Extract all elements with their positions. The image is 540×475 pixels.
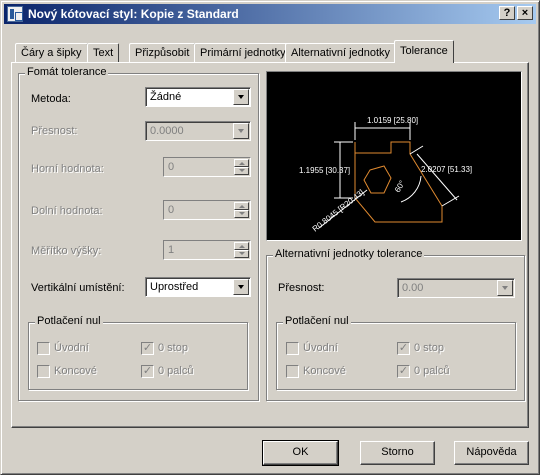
zero-suppression-label-left: Potlačení nul	[35, 315, 103, 327]
height-scale-stepper[interactable]: 1	[163, 240, 251, 260]
trailing-checkbox-right[interactable]	[286, 365, 299, 378]
leading-checkbox-left[interactable]	[37, 342, 50, 355]
method-value: Žádné	[150, 91, 182, 103]
dim-angle-text: 60°	[393, 179, 407, 194]
zero-inches-checkbox-left[interactable]: ✓	[141, 365, 154, 378]
tab-tolerance[interactable]: Tolerance	[394, 40, 454, 63]
dim-top-text: 1.0159 [25.80]	[367, 116, 418, 125]
zero-feet-checkbox-left[interactable]: ✓	[141, 342, 154, 355]
chevron-down-icon[interactable]	[497, 280, 513, 296]
decrement-arrow-icon[interactable]	[234, 167, 249, 175]
alt-precision-label: Přesnost:	[278, 282, 325, 294]
dimension-preview: 1.0159 [25.80] 1.1955 [30.37] 2.0207 [51…	[266, 71, 522, 241]
chevron-down-icon[interactable]	[233, 89, 249, 105]
precision-value: 0.0000	[150, 125, 184, 137]
dim-right-text: 2.0207 [51.33]	[421, 165, 472, 174]
lower-value-stepper[interactable]: 0	[163, 200, 251, 220]
vertical-position-value: Uprostřed	[150, 281, 199, 293]
zero-inches-label-right: 0 palců	[414, 365, 450, 377]
help-button[interactable]: Nápověda	[454, 441, 529, 465]
zero-suppression-label-right: Potlačení nul	[283, 315, 351, 327]
cancel-button[interactable]: Storno	[360, 441, 435, 465]
zero-inches-checkbox-right[interactable]: ✓	[397, 365, 410, 378]
lower-value: 0	[168, 204, 175, 216]
precision-select[interactable]: 0.0000	[145, 121, 251, 141]
zero-suppression-group-right: Potlačení nul	[276, 315, 516, 390]
height-scale-value: 1	[168, 244, 175, 256]
trailing-label-left: Koncové	[54, 365, 97, 377]
height-scale-label: Měřítko výšky:	[31, 245, 102, 257]
help-title-button[interactable]: ?	[499, 6, 515, 20]
upper-value: 0	[168, 161, 175, 173]
tab-lines-arrows[interactable]: Čáry a šipky	[15, 43, 88, 62]
leading-label-left: Úvodní	[54, 342, 89, 354]
method-label: Metoda:	[31, 93, 71, 105]
vertical-position-select[interactable]: Uprostřed	[145, 277, 251, 297]
upper-value-label: Horní hodnota:	[31, 163, 104, 175]
window-title: Nový kótovací styl: Kopie z Standard	[28, 7, 239, 21]
vertical-position-label: Vertikální umístění:	[31, 282, 125, 294]
dim-left-text: 1.1955 [30.37]	[299, 166, 350, 175]
zero-feet-checkbox-right[interactable]: ✓	[397, 342, 410, 355]
alt-precision-select[interactable]: 0.00	[397, 278, 515, 298]
leading-checkbox-right[interactable]	[286, 342, 299, 355]
chevron-down-icon[interactable]	[233, 123, 249, 139]
tab-fit[interactable]: Přizpůsobit	[129, 43, 196, 62]
trailing-label-right: Koncové	[303, 365, 346, 377]
increment-arrow-icon[interactable]	[234, 202, 249, 210]
tab-primary-units[interactable]: Primární jednotky	[194, 43, 292, 62]
chevron-down-icon[interactable]	[233, 279, 249, 295]
trailing-checkbox-left[interactable]	[37, 365, 50, 378]
title-bar[interactable]: Nový kótovací styl: Kopie z Standard ? ×	[4, 4, 536, 24]
ok-button[interactable]: OK	[262, 440, 339, 466]
lower-value-label: Dolní hodnota:	[31, 205, 103, 217]
dialog-window: Nový kótovací styl: Kopie z Standard ? ×…	[0, 0, 540, 475]
alternate-tolerance-label: Alternativní jednotky tolerance	[273, 248, 425, 260]
increment-arrow-icon[interactable]	[234, 242, 249, 250]
preview-drawing: 1.0159 [25.80] 1.1955 [30.37] 2.0207 [51…	[299, 116, 472, 234]
upper-value-stepper[interactable]: 0	[163, 157, 251, 177]
zero-feet-label-right: 0 stop	[414, 342, 444, 354]
zero-feet-label-left: 0 stop	[158, 342, 188, 354]
decrement-arrow-icon[interactable]	[234, 250, 249, 258]
dim-radius-text: R0.8045 [R20.43]	[311, 188, 366, 234]
tab-alternate-units[interactable]: Alternativní jednotky	[285, 43, 397, 62]
increment-arrow-icon[interactable]	[234, 159, 249, 167]
tab-text[interactable]: Text	[87, 43, 120, 62]
zero-suppression-group-left: Potlačení nul	[28, 315, 248, 390]
zero-inches-label-left: 0 palců	[158, 365, 194, 377]
tolerance-format-label: Fomát tolerance	[25, 66, 109, 78]
leading-label-right: Úvodní	[303, 342, 338, 354]
alt-precision-value: 0.00	[402, 282, 424, 294]
precision-label: Přesnost:	[31, 125, 78, 137]
app-icon	[7, 6, 23, 22]
decrement-arrow-icon[interactable]	[234, 210, 249, 218]
method-select[interactable]: Žádné	[145, 87, 251, 107]
close-title-button[interactable]: ×	[517, 6, 533, 20]
